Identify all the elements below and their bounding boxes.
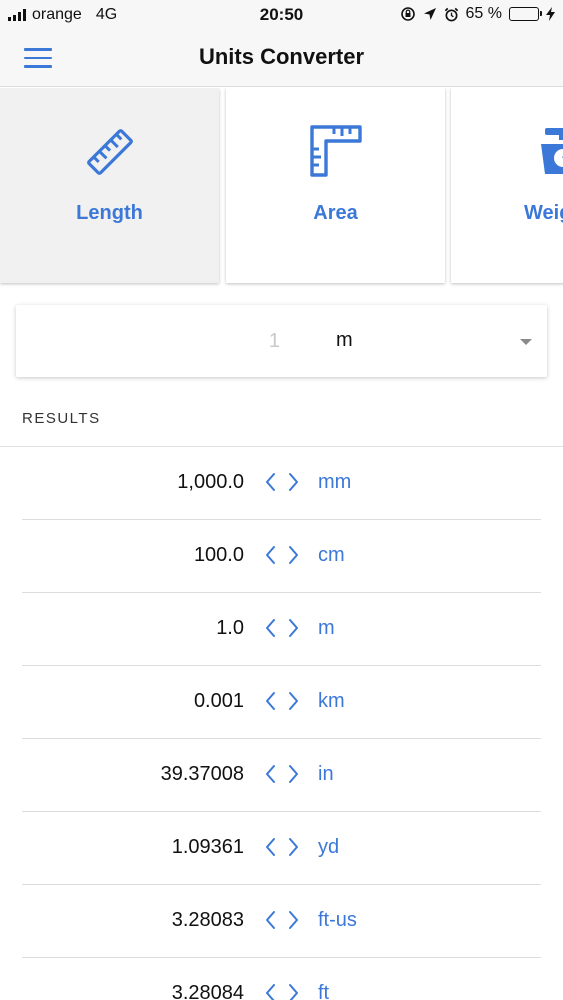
- result-unit[interactable]: m: [318, 617, 335, 640]
- swap-arrows-icon[interactable]: [265, 910, 299, 930]
- status-bar: orange 4G 20:50 65 %: [0, 0, 563, 30]
- result-unit[interactable]: in: [318, 763, 334, 786]
- location-arrow-icon: [423, 8, 436, 20]
- results-list: 1,000.0 mm 100.0 cm 1.0 m 0.001 km 39.37008 in 1.0…: [0, 447, 563, 1000]
- unit-select[interactable]: m: [318, 327, 538, 357]
- selected-unit: m: [336, 329, 353, 351]
- status-right: 65 %: [400, 5, 555, 23]
- result-value: 1.09361: [171, 836, 244, 858]
- result-value: 100.0: [193, 544, 244, 566]
- swap-arrows-icon[interactable]: [265, 691, 299, 711]
- swap-arrows-icon[interactable]: [265, 618, 299, 638]
- charging-bolt-icon: [546, 7, 555, 21]
- swap-arrows-icon[interactable]: [265, 764, 299, 784]
- category-card-area[interactable]: Area: [226, 88, 445, 283]
- result-value: 1,000.0: [177, 471, 244, 493]
- result-unit[interactable]: mm: [318, 471, 351, 494]
- result-row[interactable]: 1.09361 yd: [0, 812, 563, 885]
- category-label-weight: Weight: [524, 202, 563, 224]
- result-unit[interactable]: ft: [318, 982, 329, 1000]
- scale-icon: [451, 124, 563, 178]
- swap-arrows-icon[interactable]: [265, 983, 299, 1000]
- result-row[interactable]: 0.001 km: [0, 666, 563, 739]
- value-input[interactable]: [166, 327, 280, 355]
- result-value: 3.28083: [171, 909, 244, 931]
- alarm-clock-icon: [444, 7, 458, 21]
- category-carousel[interactable]: Length Area Weight: [0, 88, 563, 288]
- conversion-input-card: m: [16, 305, 547, 377]
- result-unit[interactable]: yd: [318, 836, 339, 859]
- result-value: 3.28084: [171, 982, 244, 1000]
- ruler-icon: [0, 124, 219, 178]
- result-unit[interactable]: ft-us: [318, 909, 357, 932]
- category-label-length: Length: [76, 202, 143, 224]
- result-row[interactable]: 100.0 cm: [0, 520, 563, 593]
- swap-arrows-icon[interactable]: [265, 545, 299, 565]
- result-value: 1.0: [216, 617, 244, 639]
- category-label-area: Area: [313, 202, 358, 224]
- swap-arrows-icon[interactable]: [265, 837, 299, 857]
- result-row[interactable]: 3.28084 ft: [0, 958, 563, 1000]
- battery-percent: 65 %: [465, 5, 502, 22]
- result-row[interactable]: 39.37008 in: [0, 739, 563, 812]
- units-converter-screen: orange 4G 20:50 65 % Units Converter Len…: [0, 0, 563, 1000]
- result-value: 39.37008: [160, 763, 244, 785]
- category-card-length[interactable]: Length: [0, 88, 219, 283]
- result-row[interactable]: 3.28083 ft-us: [0, 885, 563, 958]
- result-value: 0.001: [193, 690, 244, 712]
- battery-icon: [509, 7, 542, 21]
- result-row[interactable]: 1,000.0 mm: [0, 447, 563, 520]
- navigation-bar: Units Converter: [0, 30, 563, 87]
- category-card-weight[interactable]: Weight: [451, 88, 563, 283]
- orientation-lock-icon: [400, 7, 415, 21]
- swap-arrows-icon[interactable]: [265, 472, 299, 492]
- results-heading: RESULTS: [22, 410, 101, 427]
- result-unit[interactable]: km: [318, 690, 345, 713]
- area-ruler-icon: [226, 124, 445, 178]
- dropdown-caret-icon: [520, 339, 532, 345]
- result-unit[interactable]: cm: [318, 544, 345, 567]
- page-title: Units Converter: [198, 44, 365, 69]
- result-row[interactable]: 1.0 m: [0, 593, 563, 666]
